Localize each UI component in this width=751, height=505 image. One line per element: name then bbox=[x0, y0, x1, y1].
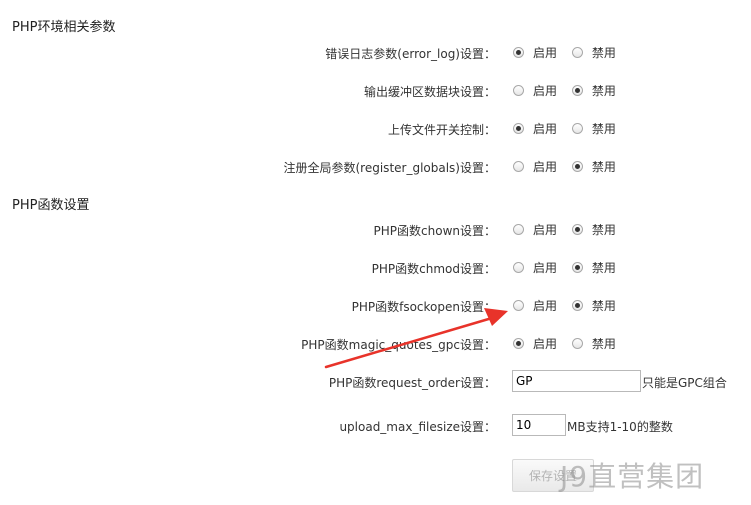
annotation-arrow bbox=[324, 308, 508, 369]
arrow-head bbox=[484, 308, 508, 326]
arrow-shaft bbox=[324, 316, 494, 369]
